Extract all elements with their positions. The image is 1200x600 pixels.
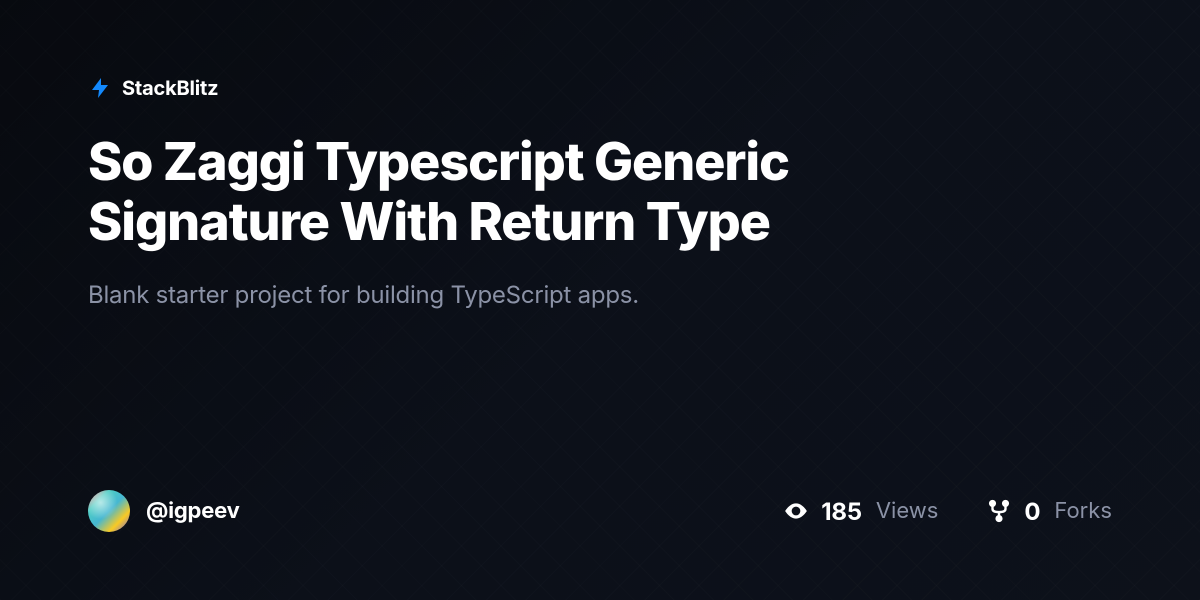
stats-row: 185 Views 0 Forks — [783, 497, 1112, 526]
card-container: StackBlitz So Zaggi Typescript Generic S… — [0, 0, 1200, 600]
eye-icon — [783, 498, 809, 524]
brand-name: StackBlitz — [122, 76, 218, 100]
author-username: @igpeev — [146, 498, 240, 524]
forks-stat: 0 Forks — [986, 497, 1112, 526]
views-label: Views — [876, 498, 939, 524]
forks-value: 0 — [1024, 497, 1040, 526]
avatar — [88, 490, 130, 532]
footer-row: @igpeev 185 Views — [88, 490, 1112, 600]
views-stat: 185 Views — [783, 497, 938, 526]
fork-icon — [986, 498, 1012, 524]
views-value: 185 — [821, 497, 862, 526]
project-title: So Zaggi Typescript Generic Signature Wi… — [88, 132, 988, 252]
author-block[interactable]: @igpeev — [88, 490, 240, 532]
brand-row: StackBlitz — [88, 76, 1112, 100]
forks-label: Forks — [1054, 498, 1112, 524]
bolt-icon — [88, 76, 112, 100]
project-description: Blank starter project for building TypeS… — [88, 280, 1112, 309]
